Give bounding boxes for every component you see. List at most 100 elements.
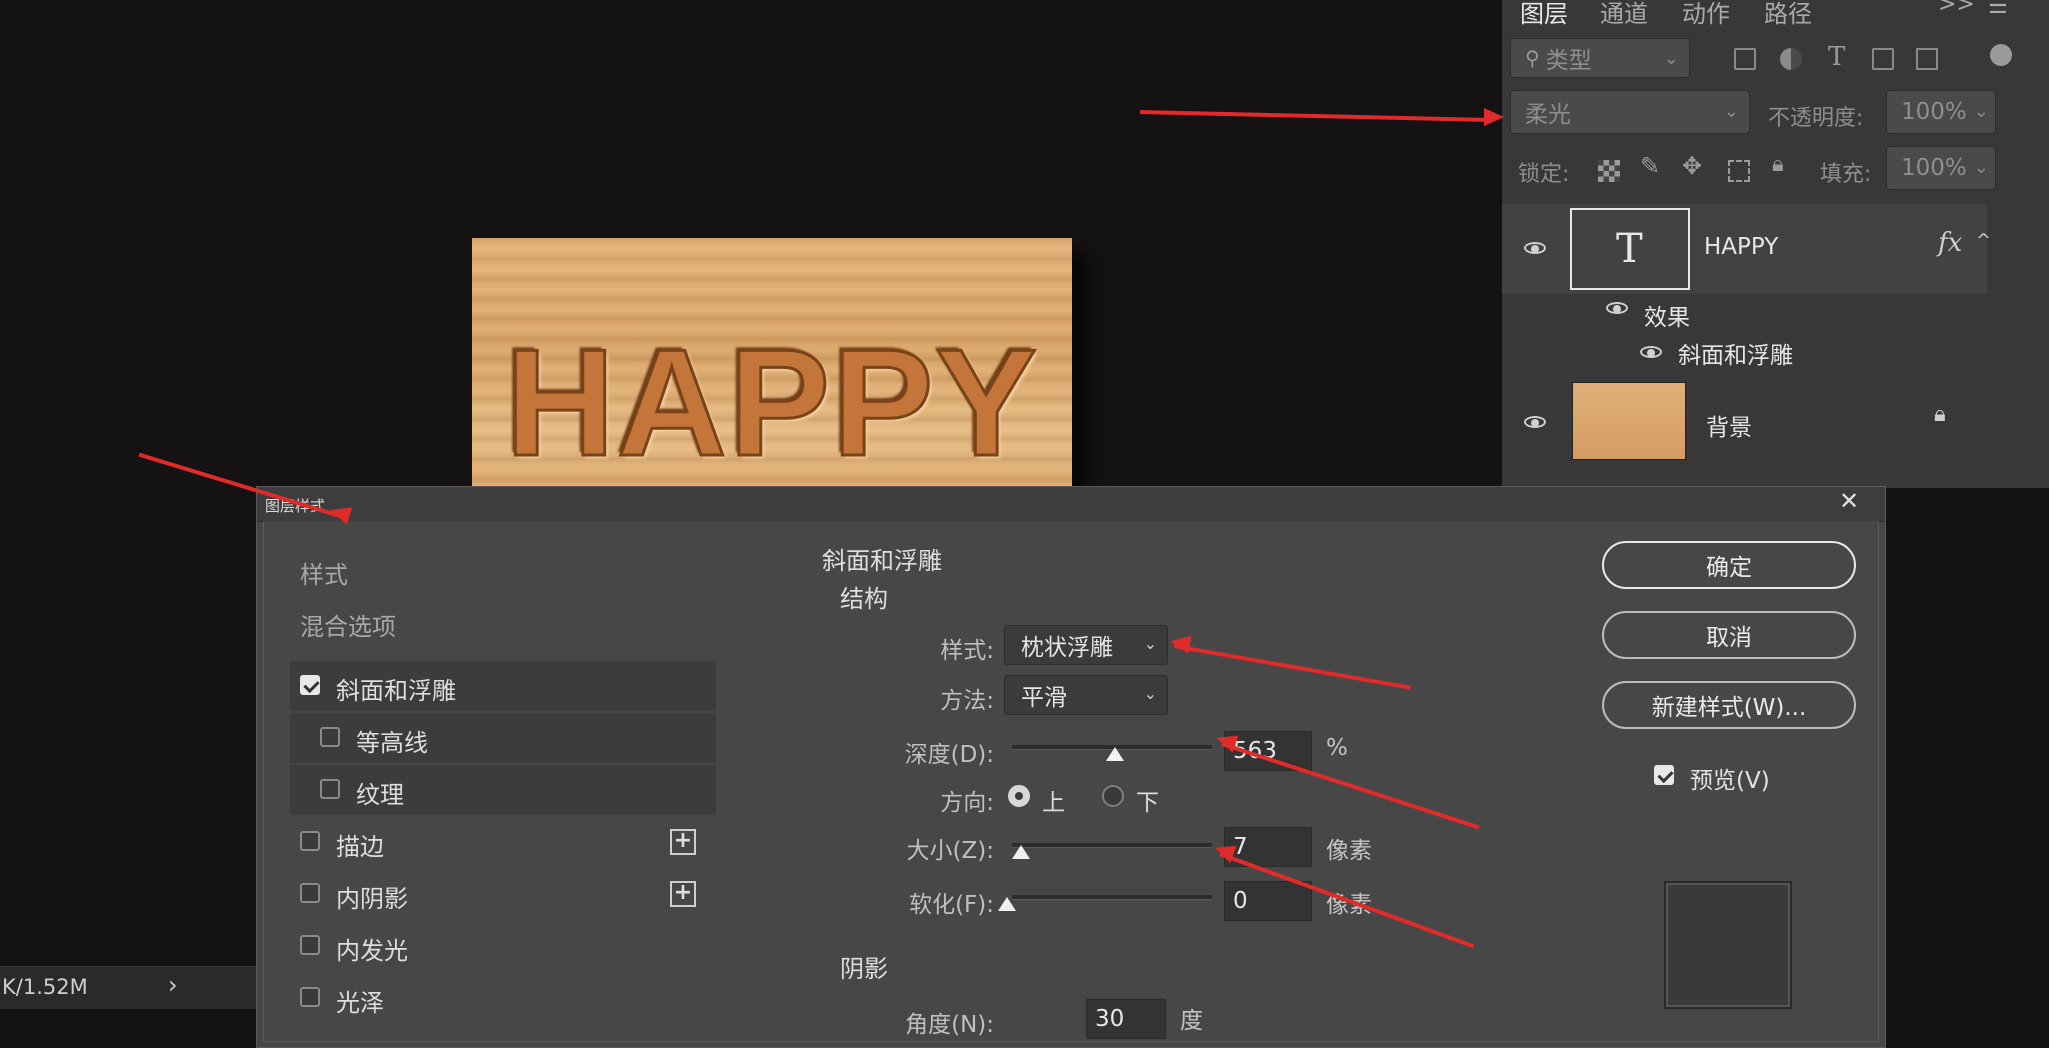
chevron-down-icon: ⌄ [1723, 101, 1739, 122]
blend-mode-select[interactable]: 柔光 ⌄ [1510, 90, 1750, 134]
size-slider-thumb[interactable] [1012, 845, 1030, 859]
style-label: 样式: [940, 638, 994, 664]
technique-select[interactable]: 平滑 ⌄ [1004, 675, 1168, 715]
tab-channels[interactable]: 通道 [1600, 0, 1648, 29]
type-icon: T [1616, 226, 1643, 272]
fill-input[interactable]: 100% ⌄ [1886, 146, 1996, 190]
checkbox[interactable] [320, 727, 340, 747]
style-item-inner-glow[interactable]: 内发光 [290, 921, 716, 971]
lock-all-icon[interactable]: 🔒︎ [1772, 152, 1784, 177]
lock-transparent-icon[interactable] [1598, 160, 1620, 182]
depth-unit: % [1326, 735, 1348, 761]
depth-slider-thumb[interactable] [1106, 747, 1124, 761]
visibility-eye-icon[interactable] [1606, 302, 1628, 314]
direction-up-radio[interactable] [1008, 785, 1030, 807]
checkbox[interactable] [320, 779, 340, 799]
style-item-stroke[interactable]: 描边 + [290, 817, 716, 867]
close-icon[interactable]: ✕ [1839, 487, 1859, 515]
soften-slider-thumb[interactable] [998, 897, 1016, 911]
style-item-texture[interactable]: 纹理 [290, 765, 716, 815]
style-preview-swatch [1664, 881, 1792, 1009]
status-menu-arrow-icon[interactable]: › [168, 971, 178, 999]
bevel-style-select[interactable]: 枕状浮雕 ⌄ [1004, 625, 1168, 665]
size-input[interactable]: 7 [1224, 827, 1312, 867]
tab-layers[interactable]: 图层 [1520, 0, 1568, 29]
opacity-input[interactable]: 100% ⌄ [1886, 90, 1996, 134]
chevron-down-icon: ⌄ [1973, 157, 1989, 178]
lock-artboard-icon[interactable] [1728, 160, 1750, 182]
soften-slider-track[interactable] [1012, 895, 1212, 900]
panel-expand-icon[interactable]: >> [1938, 0, 1975, 17]
lock-position-icon[interactable]: ✥ [1682, 152, 1702, 180]
tab-paths[interactable]: 路径 [1764, 0, 1812, 29]
dialog-titlebar: 图层样式 ✕ [257, 487, 1885, 522]
layer-row-happy[interactable]: T HAPPY fx ^ [1502, 204, 1991, 294]
styles-label[interactable]: 样式 [300, 555, 348, 590]
shape-filter-icon[interactable] [1872, 48, 1894, 70]
direction-down-label: 下 [1136, 790, 1159, 816]
doc-size-text: K/1.52M [2, 975, 88, 999]
preview-checkbox[interactable] [1654, 765, 1674, 785]
fill-label: 填充: [1820, 162, 1872, 187]
depth-input[interactable]: 563 [1224, 731, 1312, 771]
text-layer-thumbnail: T [1570, 208, 1690, 290]
technique-label: 方法: [940, 688, 994, 714]
style-item-bevel-emboss[interactable]: 斜面和浮雕 [290, 661, 716, 711]
soften-unit: 像素 [1326, 892, 1372, 918]
size-slider-track[interactable] [1012, 843, 1212, 848]
add-effect-button[interactable]: + [670, 881, 696, 907]
type-filter-icon[interactable]: T [1828, 42, 1845, 72]
lock-pixels-icon[interactable]: ✎ [1640, 152, 1660, 180]
checkbox[interactable] [300, 935, 320, 955]
filter-toggle-icon[interactable] [1990, 44, 2012, 66]
visibility-eye-icon[interactable] [1524, 242, 1546, 254]
style-item-satin[interactable]: 光泽 [290, 973, 716, 1023]
angle-input[interactable]: 30 [1086, 999, 1166, 1039]
depth-value: 563 [1233, 738, 1277, 764]
visibility-eye-icon[interactable] [1524, 416, 1546, 428]
add-effect-button[interactable]: + [670, 829, 696, 855]
checkbox[interactable] [300, 883, 320, 903]
status-bar: K/1.52M › [0, 966, 256, 1009]
adjustment-filter-icon[interactable] [1780, 48, 1802, 70]
annotation-arrow-blend-mode [1139, 110, 1492, 122]
tab-actions[interactable]: 动作 [1682, 0, 1730, 29]
blend-options-item[interactable]: 混合选项 [300, 607, 396, 642]
checkbox[interactable] [300, 675, 320, 695]
checkbox[interactable] [300, 831, 320, 851]
style-item-label: 描边 [336, 833, 384, 861]
effects-label: 效果 [1644, 305, 1690, 331]
background-thumbnail [1572, 382, 1686, 460]
fx-icon[interactable]: fx [1938, 228, 1962, 258]
checkbox[interactable] [300, 987, 320, 1007]
visibility-eye-icon[interactable] [1640, 346, 1662, 358]
direction-down-radio[interactable] [1102, 785, 1124, 807]
size-label: 大小(Z): [906, 838, 994, 864]
blend-mode-value: 柔光 [1525, 102, 1571, 128]
lock-label: 锁定: [1518, 162, 1570, 187]
size-value: 7 [1233, 834, 1248, 860]
smart-object-filter-icon[interactable] [1916, 48, 1938, 70]
style-item-label: 斜面和浮雕 [336, 677, 456, 705]
style-item-label: 内发光 [336, 937, 408, 965]
bevel-style-value: 枕状浮雕 [1021, 635, 1113, 661]
style-item-contour[interactable]: 等高线 [290, 713, 716, 763]
layer-filter-select[interactable]: ⚲ 类型 ⌄ [1510, 38, 1690, 78]
layer-row-background[interactable]: 背景 🔒︎ [1502, 372, 1987, 472]
new-style-button[interactable]: 新建样式(W)... [1602, 681, 1856, 729]
layer-filter-value: 类型 [1545, 48, 1592, 74]
style-item-label: 纹理 [356, 781, 404, 809]
panel-menu-icon[interactable]: ☰ [1988, 0, 2008, 19]
angle-value: 30 [1095, 1006, 1125, 1032]
chevron-down-icon: ⌄ [1973, 101, 1989, 122]
ok-button[interactable]: 确定 [1602, 541, 1856, 589]
style-item-inner-shadow[interactable]: 内阴影 + [290, 869, 716, 919]
chevron-up-icon[interactable]: ^ [1976, 230, 1991, 251]
size-unit: 像素 [1326, 838, 1372, 864]
soften-input[interactable]: 0 [1224, 881, 1312, 921]
effects-row[interactable] [1606, 302, 1628, 316]
image-filter-icon[interactable] [1734, 48, 1756, 70]
opacity-value: 100% [1901, 99, 1967, 125]
cancel-button[interactable]: 取消 [1602, 611, 1856, 659]
effect-bevel-emboss[interactable]: 斜面和浮雕 [1678, 336, 1793, 370]
